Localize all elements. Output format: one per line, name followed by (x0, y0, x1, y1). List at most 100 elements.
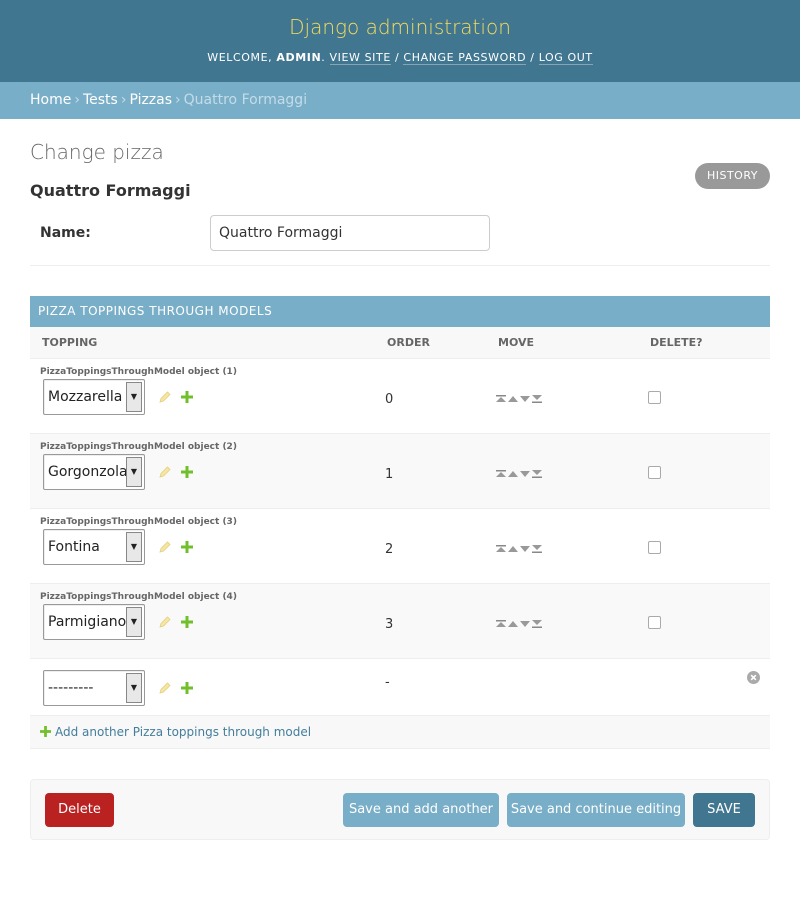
delete-checkbox[interactable] (648, 390, 661, 404)
site-name[interactable]: Django administration (0, 16, 800, 38)
save-add-another-button[interactable]: Save and add another (343, 792, 499, 827)
delete-checkbox[interactable] (648, 615, 661, 629)
remove-icon[interactable] (747, 670, 760, 684)
content: Change pizza History Quattro Formaggi Na… (0, 119, 800, 840)
move-up-icon[interactable] (508, 620, 518, 628)
move-top-icon[interactable] (496, 469, 506, 478)
move-up-icon[interactable] (508, 545, 518, 553)
move-bottom-icon[interactable] (532, 544, 542, 553)
move-top-icon[interactable] (496, 619, 506, 628)
breadcrumb-current: Quattro Formaggi (183, 92, 308, 108)
topping-cell: PizzaToppingsThroughModel object (3) Font… (30, 508, 375, 584)
chevron-down-icon[interactable]: ▼ (126, 456, 142, 487)
save-continue-button[interactable]: Save and continue editing (507, 792, 685, 827)
topping-select-value: Parmigiano (48, 613, 127, 630)
order-value: 0 (375, 358, 486, 434)
breadcrumb-home[interactable]: Home (30, 92, 71, 108)
move-down-icon[interactable] (520, 395, 530, 403)
move-down-icon[interactable] (520, 470, 530, 478)
delete-cell (638, 583, 770, 659)
column-topping: Topping (30, 327, 375, 359)
topping-select[interactable]: Parmigiano ▼ (43, 603, 145, 640)
remove-cell (638, 658, 770, 716)
column-delete: Delete? (638, 327, 770, 359)
move-icons (496, 394, 638, 403)
pencil-icon[interactable] (159, 615, 171, 628)
topping-select-wrap: Fontina ▼ (31, 528, 193, 565)
page-title: Change pizza (30, 140, 164, 164)
table-row: PizzaToppingsThroughModel object (2) Gorg… (30, 433, 770, 509)
topping-select-wrap: Mozzarella ▼ (31, 378, 193, 415)
move-up-icon[interactable] (508, 395, 518, 403)
pencil-icon[interactable] (159, 681, 171, 694)
plus-icon[interactable] (181, 465, 193, 478)
move-icons (496, 469, 638, 478)
username: admin (276, 51, 322, 64)
object-label: PizzaToppingsThroughModel object (1) (40, 366, 237, 377)
move-down-icon[interactable] (520, 545, 530, 553)
delete-checkbox[interactable] (648, 540, 661, 554)
chevron-down-icon[interactable]: ▼ (126, 381, 142, 412)
plus-icon[interactable] (181, 615, 193, 628)
table-row: PizzaToppingsThroughModel object (1) Mozz… (30, 358, 770, 434)
welcome-text: Welcome, (207, 51, 273, 64)
chevron-down-icon[interactable]: ▼ (126, 531, 142, 562)
topping-select-value: Mozzarella (48, 388, 123, 405)
change-password-link[interactable]: Change password (403, 51, 527, 65)
delete-button[interactable]: Delete (45, 792, 114, 827)
order-value: - (375, 658, 486, 716)
topping-select[interactable]: --------- ▼ (43, 669, 145, 706)
save-button[interactable]: SAVE (693, 792, 755, 827)
name-input[interactable] (210, 214, 490, 251)
delete-checkbox[interactable] (648, 465, 661, 479)
move-up-icon[interactable] (508, 470, 518, 478)
pencil-icon[interactable] (159, 390, 171, 403)
move-bottom-icon[interactable] (532, 619, 542, 628)
delete-cell (638, 508, 770, 584)
move-bottom-icon[interactable] (532, 394, 542, 403)
object-label: PizzaToppingsThroughModel object (3) (40, 516, 237, 527)
order-value: 2 (375, 508, 486, 584)
view-site-link[interactable]: View site (329, 51, 391, 65)
table-row: PizzaToppingsThroughModel object (4) Parm… (30, 583, 770, 659)
topping-select-wrap: --------- ▼ (31, 660, 193, 706)
name-form-row: Name: (30, 200, 770, 266)
table-row-new: --------- ▼ - (30, 658, 770, 716)
pencil-icon[interactable] (159, 540, 171, 553)
plus-icon[interactable] (181, 540, 193, 553)
move-down-icon[interactable] (520, 620, 530, 628)
pencil-icon[interactable] (159, 465, 171, 478)
object-title: Quattro Formaggi (30, 181, 191, 200)
topping-select[interactable]: Fontina ▼ (43, 528, 145, 565)
order-value: 1 (375, 433, 486, 509)
move-icons (496, 544, 638, 553)
topping-select[interactable]: Gorgonzola ▼ (43, 453, 145, 490)
move-bottom-icon[interactable] (532, 469, 542, 478)
move-top-icon[interactable] (496, 544, 506, 553)
history-button[interactable]: History (694, 163, 770, 189)
inline-group: Pizza toppings through models Topping Or… (30, 296, 770, 749)
topping-select-wrap: Parmigiano ▼ (31, 603, 193, 640)
add-another-row[interactable]: Add another Pizza toppings through model (30, 715, 770, 749)
plus-icon[interactable] (181, 681, 193, 694)
header: Django administration Welcome, admin. Vi… (0, 0, 800, 82)
move-icons (496, 619, 638, 628)
add-icon (40, 725, 51, 737)
move-cell (486, 508, 638, 584)
delete-cell (638, 358, 770, 434)
breadcrumb-model[interactable]: Pizzas (129, 92, 172, 108)
plus-icon[interactable] (181, 390, 193, 403)
topping-cell: PizzaToppingsThroughModel object (1) Mozz… (30, 358, 375, 434)
breadcrumb-app[interactable]: Tests (83, 92, 118, 108)
topping-cell: PizzaToppingsThroughModel object (4) Parm… (30, 583, 375, 659)
move-top-icon[interactable] (496, 394, 506, 403)
logout-link[interactable]: Log out (538, 51, 593, 65)
topping-cell: PizzaToppingsThroughModel object (2) Gorg… (30, 433, 375, 509)
table-row: PizzaToppingsThroughModel object (3) Font… (30, 508, 770, 584)
topping-cell: --------- ▼ (30, 658, 375, 716)
chevron-down-icon[interactable]: ▼ (126, 672, 142, 703)
chevron-down-icon[interactable]: ▼ (126, 606, 142, 637)
topping-select-wrap: Gorgonzola ▼ (31, 453, 193, 490)
topping-select[interactable]: Mozzarella ▼ (43, 378, 145, 415)
add-another-link[interactable]: Add another Pizza toppings through model (55, 725, 311, 739)
